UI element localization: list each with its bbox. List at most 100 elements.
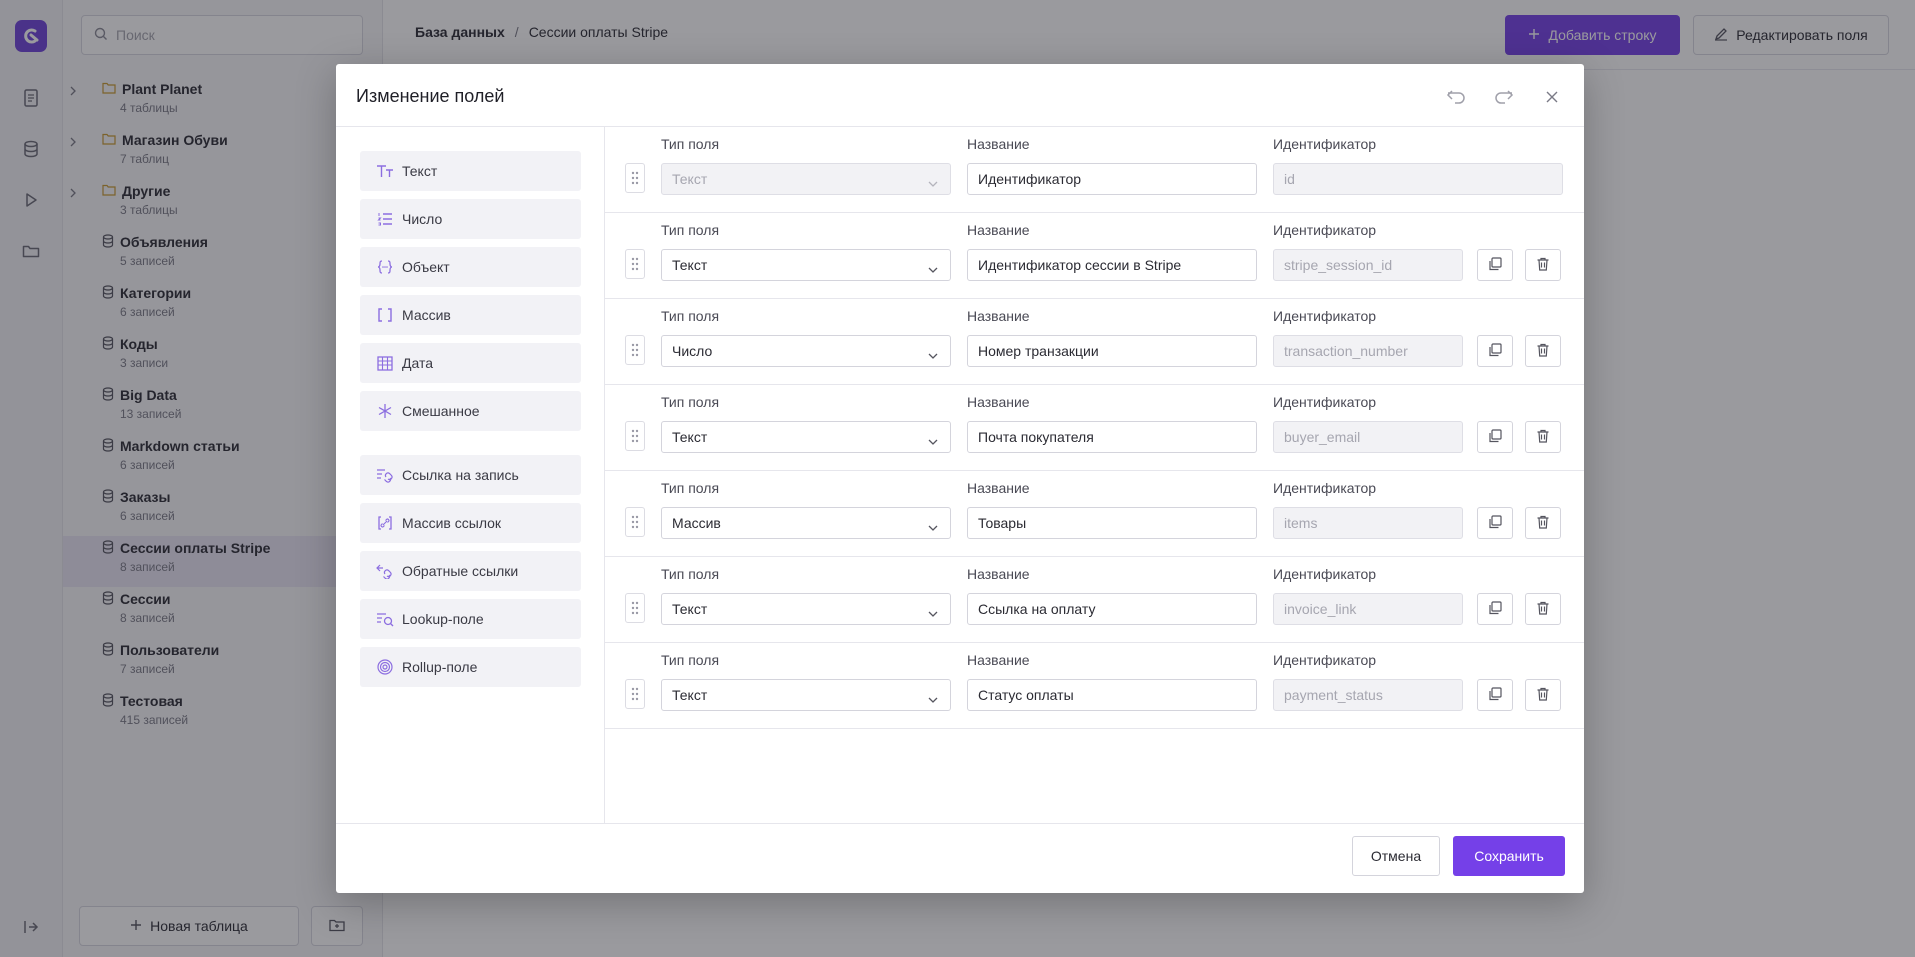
field-name-value: Идентификатор сессии в Stripe	[978, 257, 1182, 273]
add-field-type-button[interactable]: Lookup-поле	[360, 599, 581, 639]
add-field-type-button[interactable]: Текст	[360, 151, 581, 191]
duplicate-field-button[interactable]	[1477, 593, 1513, 625]
copy-icon	[1488, 428, 1502, 446]
chevron-down-icon	[928, 175, 938, 191]
drag-handle-icon[interactable]	[625, 163, 645, 193]
field-name-caption: Название	[967, 652, 1030, 668]
close-icon[interactable]	[1540, 88, 1564, 106]
field-name-input[interactable]: Ссылка на оплату	[967, 593, 1257, 625]
modal-header: Изменение полей	[336, 64, 1584, 127]
field-name-input[interactable]: Почта покупателя	[967, 421, 1257, 453]
field-name-input[interactable]: Товары	[967, 507, 1257, 539]
duplicate-field-button[interactable]	[1477, 679, 1513, 711]
duplicate-field-button[interactable]	[1477, 507, 1513, 539]
field-type-value: Массив	[672, 515, 721, 531]
field-id-caption: Идентификатор	[1273, 652, 1377, 668]
field-type-select[interactable]: Текст	[661, 421, 951, 453]
field-id-input: items	[1273, 507, 1463, 539]
add-field-type-button[interactable]: Ссылка на запись	[360, 455, 581, 495]
field-name-value: Ссылка на оплату	[978, 601, 1096, 617]
field-name-caption: Название	[967, 566, 1030, 582]
chevron-down-icon	[928, 347, 938, 363]
field-id-caption: Идентификатор	[1273, 394, 1377, 410]
field-type-label: Текст	[402, 163, 438, 179]
field-type-caption: Тип поля	[661, 308, 720, 324]
delete-field-button[interactable]	[1525, 249, 1561, 281]
delete-field-button[interactable]	[1525, 335, 1561, 367]
field-type-caption: Тип поля	[661, 222, 720, 238]
drag-handle-icon[interactable]	[625, 507, 645, 537]
drag-handle-icon[interactable]	[625, 593, 645, 623]
field-name-input[interactable]: Идентификатор сессии в Stripe	[967, 249, 1257, 281]
field-id-input: payment_status	[1273, 679, 1463, 711]
add-field-type-button[interactable]: Rollup-поле	[360, 647, 581, 687]
delete-field-button[interactable]	[1525, 679, 1561, 711]
field-type-value: Текст	[672, 171, 708, 187]
add-field-type-button[interactable]: Обратные ссылки	[360, 551, 581, 591]
duplicate-field-button[interactable]	[1477, 335, 1513, 367]
undo-icon[interactable]	[1444, 88, 1468, 106]
field-id-value: items	[1284, 515, 1318, 531]
field-type-select[interactable]: Число	[661, 335, 951, 367]
add-field-type-button[interactable]: Дата	[360, 343, 581, 383]
field-type-caption: Тип поля	[661, 136, 720, 152]
field-id-input: transaction_number	[1273, 335, 1463, 367]
field-type-select[interactable]: Массив	[661, 507, 951, 539]
field-type-label: Массив ссылок	[402, 515, 502, 531]
field-type-value: Текст	[672, 257, 708, 273]
add-field-type-button[interactable]: Массив	[360, 295, 581, 335]
delete-field-button[interactable]	[1525, 507, 1561, 539]
field-name-input[interactable]: Идентификатор	[967, 163, 1257, 195]
field-type-label: Массив	[402, 307, 451, 323]
save-button[interactable]: Сохранить	[1453, 836, 1565, 876]
add-field-type-button[interactable]: Число	[360, 199, 581, 239]
add-field-type-button[interactable]: Объект	[360, 247, 581, 287]
field-name-input[interactable]: Номер транзакции	[967, 335, 1257, 367]
backlink-icon	[376, 562, 394, 580]
field-id-input: stripe_session_id	[1273, 249, 1463, 281]
add-field-type-button[interactable]: Смешанное	[360, 391, 581, 431]
drag-handle-icon[interactable]	[625, 679, 645, 709]
drag-handle-icon[interactable]	[625, 335, 645, 365]
field-row: Тип поля Название Идентификатор Массив Товар…	[605, 471, 1584, 557]
field-row: Тип поля Название Идентификатор Текст Иденти…	[605, 213, 1584, 299]
field-type-label: Rollup-поле	[402, 659, 478, 675]
field-type-value: Текст	[672, 601, 708, 617]
drag-handle-icon[interactable]	[625, 421, 645, 451]
duplicate-field-button[interactable]	[1477, 249, 1513, 281]
field-id-input: invoice_link	[1273, 593, 1463, 625]
field-row: Тип поля Название Идентификатор Текст Ссылка…	[605, 557, 1584, 643]
field-type-label: Дата	[402, 355, 434, 371]
field-type-select[interactable]: Текст	[661, 679, 951, 711]
field-type-label: Число	[402, 211, 443, 227]
trash-icon	[1536, 257, 1550, 274]
modal-footer: Отмена Сохранить	[336, 823, 1584, 893]
field-type-select[interactable]: Текст	[661, 593, 951, 625]
field-list: Тип поля Название Идентификатор Текст Иденти…	[605, 127, 1584, 823]
duplicate-field-button[interactable]	[1477, 421, 1513, 453]
field-id-value: id	[1284, 171, 1295, 187]
lookup-icon	[376, 610, 394, 628]
chevron-down-icon	[928, 691, 938, 707]
redo-icon[interactable]	[1492, 88, 1516, 106]
add-field-type-button[interactable]: Массив ссылок	[360, 503, 581, 543]
copy-icon	[1488, 342, 1502, 360]
field-name-input[interactable]: Статус оплаты	[967, 679, 1257, 711]
field-type-caption: Тип поля	[661, 566, 720, 582]
field-name-caption: Название	[967, 308, 1030, 324]
drag-handle-icon[interactable]	[625, 249, 645, 279]
field-type-select[interactable]: Текст	[661, 249, 951, 281]
cancel-button[interactable]: Отмена	[1352, 836, 1440, 876]
trash-icon	[1536, 687, 1550, 704]
delete-field-button[interactable]	[1525, 593, 1561, 625]
field-id-caption: Идентификатор	[1273, 480, 1377, 496]
chevron-down-icon	[928, 519, 938, 535]
delete-field-button[interactable]	[1525, 421, 1561, 453]
field-id-value: payment_status	[1284, 687, 1383, 703]
trash-icon	[1536, 343, 1550, 360]
field-row: Тип поля Название Идентификатор Текст Иденти…	[605, 127, 1584, 213]
copy-icon	[1488, 514, 1502, 532]
copy-icon	[1488, 256, 1502, 274]
field-type-label: Смешанное	[402, 403, 480, 419]
field-id-value: buyer_email	[1284, 429, 1361, 445]
